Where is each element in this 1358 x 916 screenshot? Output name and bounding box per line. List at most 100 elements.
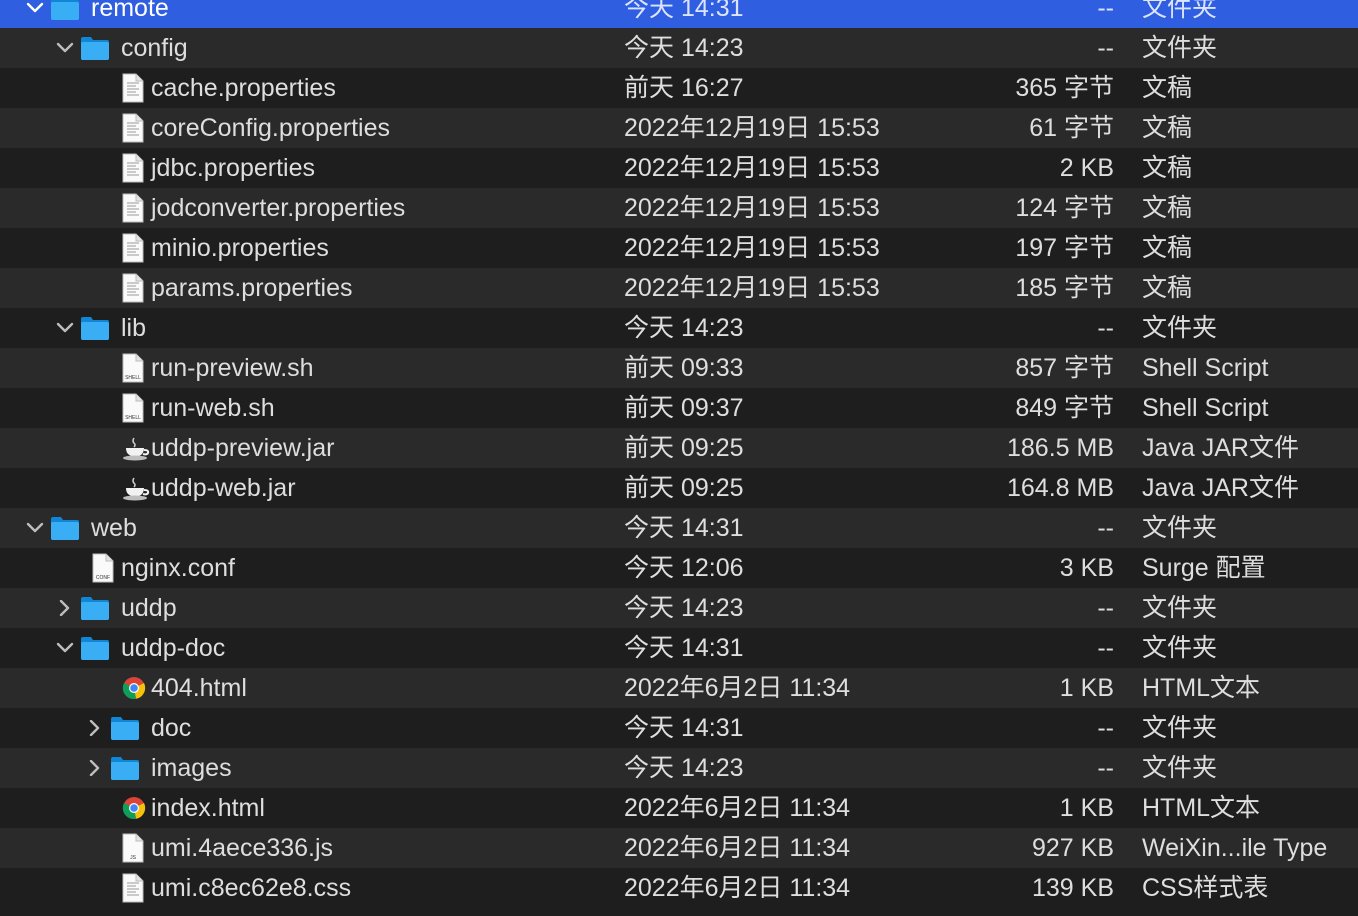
- date-modified: 2022年6月2日 11:34: [624, 674, 851, 702]
- folder-icon: [110, 754, 140, 787]
- file-size: 61 字节: [1029, 114, 1114, 142]
- list-item[interactable]: cache.properties 前天 16:27 365 字节 文稿: [0, 68, 1358, 108]
- file-name: config: [121, 34, 188, 62]
- date-modified: 前天 09:25: [624, 434, 744, 462]
- list-item[interactable]: uddp 今天 14:23 -- 文件夹: [0, 588, 1358, 628]
- file-name: umi.c8ec62e8.css: [151, 874, 352, 902]
- document-icon: [122, 153, 144, 188]
- date-modified: 2022年6月2日 11:34: [624, 794, 851, 822]
- folder-icon: [80, 634, 110, 667]
- date-modified: 前天 09:33: [624, 354, 744, 382]
- file-size: --: [1097, 514, 1114, 542]
- file-name: uddp-preview.jar: [151, 434, 335, 462]
- list-item[interactable]: uddp-preview.jar 前天 09:25 186.5 MB Java JAR…: [0, 428, 1358, 468]
- chevron-down-icon[interactable]: [24, 508, 44, 548]
- file-kind: 文件夹: [1142, 0, 1218, 22]
- file-name: 404.html: [151, 674, 247, 702]
- date-modified: 今天 14:23: [624, 594, 744, 622]
- file-size: 1 KB: [1059, 794, 1114, 822]
- list-item[interactable]: jodconverter.properties 2022年12月19日 15:53…: [0, 188, 1358, 228]
- list-item[interactable]: lib 今天 14:23 -- 文件夹: [0, 308, 1358, 348]
- file-kind: HTML文本: [1142, 674, 1261, 702]
- file-size: 1 KB: [1059, 674, 1114, 702]
- date-modified: 今天 14:31: [624, 634, 744, 662]
- file-kind: CSS样式表: [1142, 874, 1269, 902]
- svg-text:CONF: CONF: [96, 575, 110, 581]
- file-name: remote: [91, 0, 169, 22]
- file-name: umi.4aece336.js: [151, 834, 334, 862]
- chevron-down-icon[interactable]: [24, 0, 44, 28]
- java-jar-icon: [122, 476, 152, 507]
- file-name: index.html: [151, 794, 265, 822]
- list-item[interactable]: umi.c8ec62e8.css 2022年6月2日 11:34 139 KB CSS…: [0, 868, 1358, 908]
- file-size: --: [1097, 594, 1114, 622]
- list-item[interactable]: remote 今天 14:31 -- 文件夹: [0, 0, 1358, 28]
- file-kind: 文件夹: [1142, 634, 1218, 662]
- svg-text:SHELL: SHELL: [125, 415, 141, 421]
- list-item[interactable]: uddp-web.jar 前天 09:25 164.8 MB Java JAR文件: [0, 468, 1358, 508]
- file-size: 849 字节: [1015, 394, 1114, 422]
- list-item[interactable]: JS umi.4aece336.js 2022年6月2日 11:34 927 KB We…: [0, 828, 1358, 868]
- file-name: jodconverter.properties: [151, 194, 406, 222]
- file-kind: 文稿: [1142, 234, 1193, 262]
- file-kind: 文稿: [1142, 114, 1193, 142]
- file-kind: Java JAR文件: [1142, 474, 1299, 502]
- date-modified: 前天 16:27: [624, 74, 744, 102]
- file-name: web: [91, 514, 137, 542]
- file-size: 927 KB: [1031, 834, 1114, 862]
- file-kind: 文件夹: [1142, 714, 1218, 742]
- list-item[interactable]: web 今天 14:31 -- 文件夹: [0, 508, 1358, 548]
- list-item[interactable]: 404.html 2022年6月2日 11:34 1 KB HTML文本: [0, 668, 1358, 708]
- file-kind: 文稿: [1142, 154, 1193, 182]
- chevron-right-icon[interactable]: [84, 748, 104, 788]
- document-icon: [122, 113, 144, 148]
- chevron-right-icon[interactable]: [84, 708, 104, 748]
- file-size: --: [1097, 714, 1114, 742]
- folder-icon: [80, 594, 110, 627]
- file-size: --: [1097, 34, 1114, 62]
- list-item[interactable]: jdbc.properties 2022年12月19日 15:53 2 KB 文稿: [0, 148, 1358, 188]
- list-item[interactable]: SHELL run-preview.sh 前天 09:33 857 字节 Shell S…: [0, 348, 1358, 388]
- date-modified: 今天 14:23: [624, 314, 744, 342]
- chevron-down-icon[interactable]: [54, 28, 74, 68]
- file-name: coreConfig.properties: [151, 114, 391, 142]
- file-size: 124 字节: [1015, 194, 1114, 222]
- date-modified: 今天 14:23: [624, 754, 744, 782]
- list-item[interactable]: CONF nginx.conf 今天 12:06 3 KB Surge 配置: [0, 548, 1358, 588]
- file-kind: 文件夹: [1142, 754, 1218, 782]
- list-item[interactable]: coreConfig.properties 2022年12月19日 15:53 61…: [0, 108, 1358, 148]
- file-size: 2 KB: [1059, 154, 1114, 182]
- date-modified: 今天 14:23: [624, 34, 744, 62]
- folder-icon: [50, 514, 80, 547]
- chevron-down-icon[interactable]: [54, 308, 74, 348]
- list-item[interactable]: SHELL run-web.sh 前天 09:37 849 字节 Shell Scrip…: [0, 388, 1358, 428]
- chevron-down-icon[interactable]: [54, 628, 74, 668]
- document-icon: [122, 273, 144, 308]
- config-file-icon: CONF: [92, 553, 114, 588]
- chevron-right-icon[interactable]: [54, 588, 74, 628]
- svg-text:JS: JS: [130, 855, 137, 861]
- folder-icon: [80, 314, 110, 347]
- file-kind: Shell Script: [1142, 354, 1269, 382]
- file-list: remote 今天 14:31 -- 文件夹 config 今天 14:23 -- 文件夹 ca…: [0, 0, 1358, 908]
- file-size: 3 KB: [1059, 554, 1114, 582]
- java-jar-icon: [122, 436, 152, 467]
- date-modified: 2022年12月19日 15:53: [624, 234, 880, 262]
- list-item[interactable]: images 今天 14:23 -- 文件夹: [0, 748, 1358, 788]
- file-kind: 文件夹: [1142, 514, 1218, 542]
- list-item[interactable]: minio.properties 2022年12月19日 15:53 197 字节文…: [0, 228, 1358, 268]
- svg-text:SHELL: SHELL: [125, 375, 141, 381]
- list-item[interactable]: config 今天 14:23 -- 文件夹: [0, 28, 1358, 68]
- file-name: uddp-web.jar: [151, 474, 296, 502]
- list-item[interactable]: doc 今天 14:31 -- 文件夹: [0, 708, 1358, 748]
- list-item[interactable]: index.html 2022年6月2日 11:34 1 KB HTML文本: [0, 788, 1358, 828]
- file-name: params.properties: [151, 274, 353, 302]
- document-icon: [122, 193, 144, 228]
- file-kind: 文件夹: [1142, 34, 1218, 62]
- list-item[interactable]: uddp-doc 今天 14:31 -- 文件夹: [0, 628, 1358, 668]
- folder-icon: [80, 34, 110, 67]
- file-kind: 文件夹: [1142, 594, 1218, 622]
- file-name: lib: [121, 314, 147, 342]
- list-item[interactable]: params.properties 2022年12月19日 15:53 185 字节…: [0, 268, 1358, 308]
- file-size: 857 字节: [1015, 354, 1114, 382]
